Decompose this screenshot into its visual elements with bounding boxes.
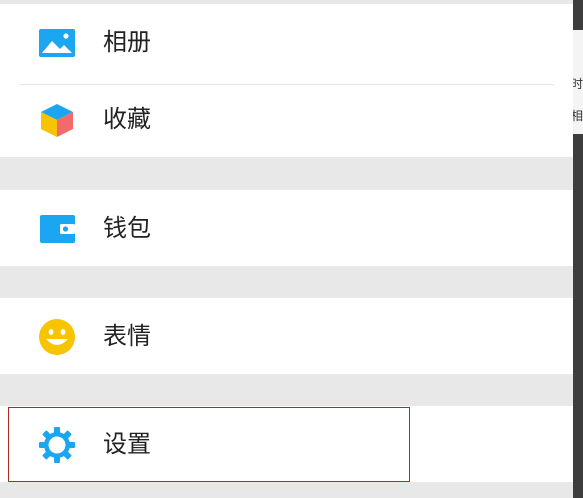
side-fragment-text-2: 相: [573, 109, 583, 123]
menu-item-favorites-label: 收藏: [103, 105, 151, 133]
side-fragment-text-1: 时: [573, 77, 583, 91]
menu-item-emoji-label: 表情: [103, 322, 151, 350]
me-menu: 相册 收藏 钱包 表情 设置: [0, 0, 573, 498]
side-panel-fragment: 时 相: [573, 30, 583, 134]
favorites-cube-icon: [41, 104, 73, 137]
settings-gear-icon: [39, 427, 75, 463]
emoji-smile-icon: [39, 319, 75, 355]
section-album-favorites: 相册 收藏: [0, 4, 573, 157]
menu-item-settings[interactable]: 设置: [0, 406, 573, 482]
menu-item-settings-label: 设置: [103, 430, 151, 458]
section-emoji: 表情: [0, 298, 573, 374]
menu-item-wallet[interactable]: 钱包: [0, 190, 573, 266]
section-settings: 设置: [0, 406, 573, 482]
section-wallet: 钱包: [0, 190, 573, 266]
menu-item-favorites[interactable]: 收藏: [0, 81, 573, 157]
menu-item-album[interactable]: 相册: [0, 4, 573, 80]
wallet-icon: [40, 215, 75, 243]
menu-item-wallet-label: 钱包: [103, 214, 151, 242]
menu-item-emoji[interactable]: 表情: [0, 298, 573, 374]
album-icon: [39, 29, 75, 57]
menu-item-album-label: 相册: [103, 28, 151, 56]
